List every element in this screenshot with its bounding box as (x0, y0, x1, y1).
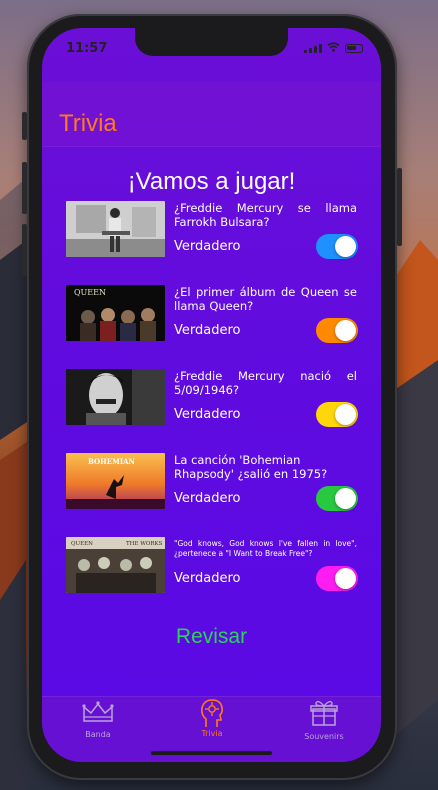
question-row: ¿Freddie Mercury se llama Farrokh Bulsar… (66, 201, 366, 291)
tab-label: Trivia (201, 729, 223, 738)
mute-switch (22, 112, 27, 140)
home-indicator[interactable] (151, 751, 272, 755)
answer-label: Verdadero (174, 491, 241, 506)
question-row: BOHEMIAN La canción 'Bohemian Rhapsody' … (66, 453, 366, 543)
answer-toggle[interactable] (316, 234, 358, 259)
freddie-sitting-photo (66, 201, 165, 257)
question-text: La canción 'Bohemian Rhapsody' ¿salió en… (174, 453, 328, 481)
notch (135, 28, 288, 56)
volume-down-button (22, 224, 27, 276)
toggle-knob (335, 404, 356, 425)
toggle-knob (335, 488, 356, 509)
album-cover-text-right: THE WORKS (126, 541, 163, 547)
question-text: ¿Freddie Mercury se llama Farrokh Bulsar… (174, 201, 357, 229)
trivia-person-icon (201, 699, 224, 727)
album-cover-text-left: QUEEN (71, 541, 93, 547)
question-row: ¿Freddie Mercury nació el 5/09/1946? Ver… (66, 369, 366, 459)
toggle-knob (335, 568, 356, 589)
crown-icon (82, 701, 114, 722)
tab-label: Souvenirs (304, 732, 344, 741)
answer-label: Verdadero (174, 323, 241, 338)
queen-the-works-cover: QUEEN THE WORKS (66, 537, 165, 593)
page-heading: ¡Vamos a jugar! (127, 168, 296, 195)
question-row: QUEEN THE WORKS "God knows, God knows I'… (66, 537, 366, 627)
nav-title: Trivia (59, 110, 117, 137)
toggle-knob (335, 236, 356, 257)
gift-icon (310, 700, 338, 726)
volume-up-button (22, 162, 27, 214)
answer-toggle[interactable] (316, 486, 358, 511)
question-text: ¿Freddie Mercury nació el 5/09/1946? (174, 369, 357, 397)
power-button (397, 168, 402, 246)
question-row: QUEEN ¿El primer álbum de Queen se llama… (66, 285, 366, 375)
app-screen: 11:57 Trivia ¡Vamos a jugar! ¿Freddie Me… (42, 28, 381, 762)
tab-trivia[interactable]: Trivia (172, 697, 252, 738)
tab-banda[interactable]: Banda (58, 701, 138, 739)
wifi-icon (327, 42, 340, 54)
question-text: "God knows, God knows I've fallen in lov… (174, 539, 357, 558)
status-time: 11:57 (66, 41, 108, 56)
bohemian-rhapsody-poster: BOHEMIAN (66, 453, 165, 509)
toggle-knob (335, 320, 356, 341)
poster-title-text: BOHEMIAN (88, 457, 136, 466)
question-text: ¿El primer álbum de Queen se llama Queen… (174, 285, 357, 313)
battery-icon (345, 43, 363, 53)
answer-toggle[interactable] (316, 402, 358, 427)
answer-label: Verdadero (174, 239, 241, 254)
answer-toggle[interactable] (316, 566, 358, 591)
answer-label: Verdadero (174, 571, 241, 586)
tab-label: Banda (85, 730, 111, 739)
answer-label: Verdadero (174, 407, 241, 422)
navigation-bar: Trivia (42, 82, 381, 147)
album-cover-text: QUEEN (74, 288, 106, 297)
signal-icon (304, 43, 322, 53)
queen-greatest-hits-cover: QUEEN (66, 285, 165, 341)
answer-toggle[interactable] (316, 318, 358, 343)
revisar-button[interactable]: Revisar (42, 625, 381, 649)
tab-souvenirs[interactable]: Souvenirs (284, 699, 364, 741)
status-icons (304, 42, 363, 54)
freddie-portrait-photo (66, 369, 165, 425)
